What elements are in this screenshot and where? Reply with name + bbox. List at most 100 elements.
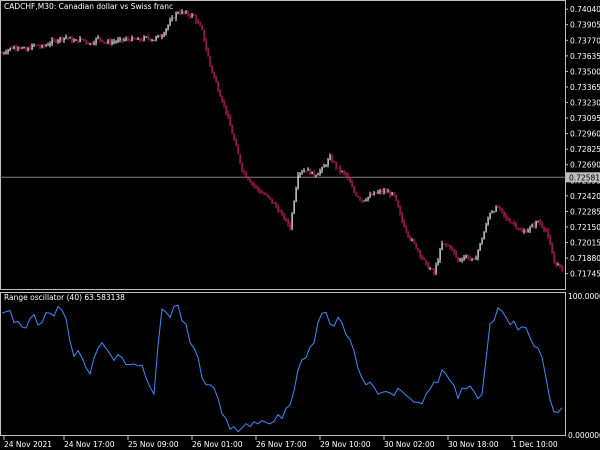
time-tick-label: 26 Nov 01:00 <box>192 440 243 449</box>
candle-body <box>381 190 383 193</box>
candle-body <box>167 25 169 29</box>
candle-body <box>161 36 163 38</box>
candle-body <box>459 260 461 262</box>
candle-body <box>327 159 329 166</box>
candle-body <box>251 182 253 184</box>
candle-body <box>383 190 385 193</box>
price-tick-label: 0.72420 <box>570 192 600 201</box>
candle-body <box>163 33 165 37</box>
candle-body <box>293 201 295 214</box>
candle-body <box>211 65 213 73</box>
candle-body <box>437 260 439 265</box>
candle-body <box>263 193 265 195</box>
candle-body <box>487 218 489 225</box>
candle-body <box>209 56 211 66</box>
candle-body <box>3 52 5 54</box>
candle-body <box>187 11 189 16</box>
price-tick-label: 0.72825 <box>570 145 600 154</box>
candle-body <box>555 261 557 266</box>
price-tick-label: 0.72015 <box>570 239 600 248</box>
candle-body <box>403 221 405 228</box>
candle-body <box>85 40 87 43</box>
candle-body <box>75 39 77 41</box>
candle-body <box>97 37 99 39</box>
candle-body <box>321 167 323 171</box>
candle-body <box>411 239 413 241</box>
candle-body <box>367 196 369 200</box>
candle-body <box>55 39 57 42</box>
candle-body <box>363 200 365 202</box>
candle-body <box>123 39 125 41</box>
candle-body <box>497 206 499 208</box>
chart-background <box>0 0 600 450</box>
candle-body <box>7 49 9 53</box>
candle-body <box>399 207 401 214</box>
candle-body <box>231 125 233 135</box>
candle-body <box>509 220 511 223</box>
candle-body <box>543 227 545 231</box>
candle-body <box>25 47 27 51</box>
candle-body <box>405 227 407 232</box>
candle-body <box>341 171 343 173</box>
candle-body <box>379 190 381 192</box>
candle-body <box>539 221 541 224</box>
candle-body <box>159 35 161 37</box>
candle-body <box>311 171 313 175</box>
candle-body <box>241 163 243 172</box>
candle-body <box>149 38 151 41</box>
candle-body <box>151 39 153 41</box>
candle-body <box>443 243 445 245</box>
candle-body <box>141 40 143 42</box>
candle-body <box>431 268 433 270</box>
candle-body <box>235 140 237 146</box>
candle-body <box>207 48 209 57</box>
candle-body <box>391 192 393 196</box>
candle-body <box>365 199 367 201</box>
candle-body <box>301 172 303 174</box>
candle-body <box>277 206 279 212</box>
candle-body <box>191 14 193 17</box>
candle-body <box>281 211 283 214</box>
candle-body <box>117 39 119 42</box>
candle-body <box>417 248 419 251</box>
candle-body <box>225 105 227 114</box>
candle-body <box>505 215 507 219</box>
candle-body <box>397 200 399 208</box>
candle-body <box>243 171 245 173</box>
candle-body <box>461 259 463 261</box>
candle-body <box>407 231 409 237</box>
candle-body <box>199 22 201 26</box>
trading-chart[interactable]: 0.74040 0.73905 0.73770 0.73635 0.73500 0.733… <box>0 0 600 450</box>
candle-body <box>125 38 127 40</box>
candle-body <box>535 221 537 227</box>
candle-body <box>265 194 267 196</box>
candle-body <box>15 46 17 49</box>
candle-body <box>215 76 217 83</box>
candle-body <box>257 187 259 191</box>
candle-body <box>371 194 373 196</box>
price-tick-label: 0.73500 <box>570 67 600 76</box>
candle-body <box>501 208 503 212</box>
price-tick-label: 0.71880 <box>570 254 600 263</box>
candle-body <box>177 12 179 14</box>
candle-body <box>53 39 55 41</box>
candle-body <box>451 248 453 250</box>
candle-body <box>315 175 317 177</box>
candle-body <box>219 90 221 97</box>
candle-body <box>221 96 223 102</box>
candle-body <box>523 231 525 233</box>
candle-body <box>465 255 467 258</box>
candle-body <box>473 258 475 260</box>
price-tick-label: 0.73770 <box>570 36 600 45</box>
candle-body <box>77 39 79 42</box>
candle-body <box>313 171 315 177</box>
candle-body <box>429 268 431 270</box>
candle-body <box>153 39 155 41</box>
price-tick-label: 0.72150 <box>570 223 600 232</box>
candle-body <box>503 211 505 216</box>
candle-body <box>175 13 177 19</box>
candle-body <box>233 134 235 141</box>
candle-body <box>27 48 29 51</box>
candle-body <box>57 40 59 42</box>
candle-body <box>305 170 307 172</box>
